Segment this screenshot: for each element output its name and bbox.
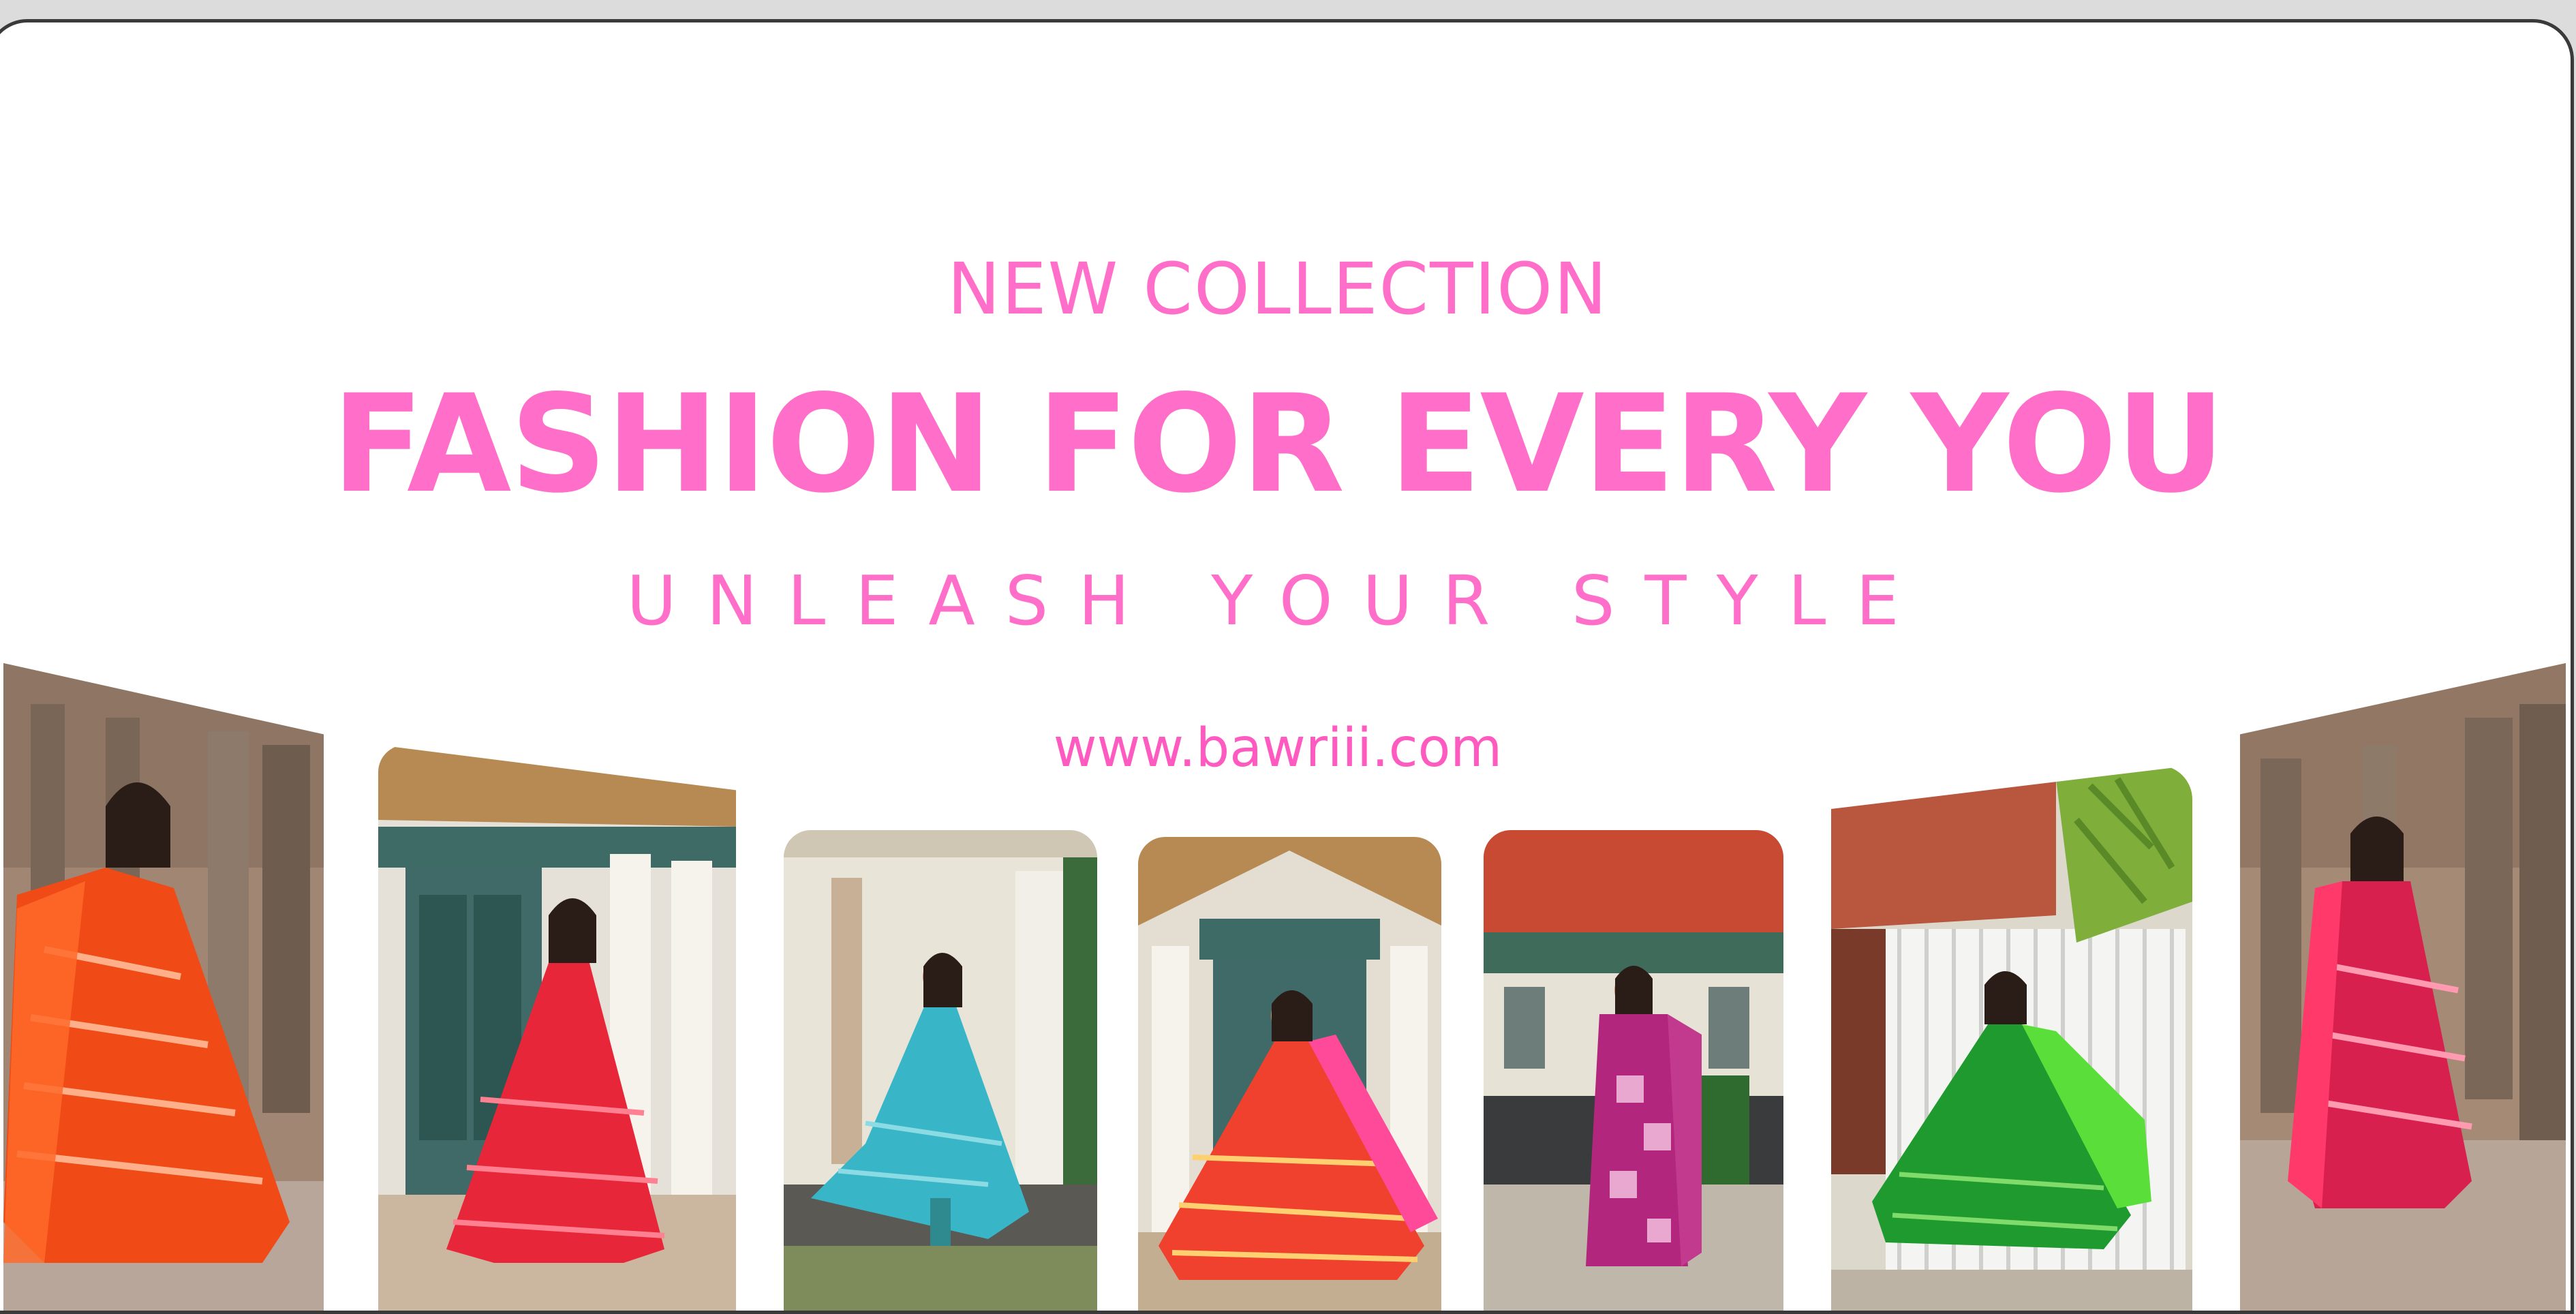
tagline-text: UNLEASH YOUR STYLE: [626, 561, 1929, 641]
pink-leheriya-anarkali-photo: [2240, 663, 2566, 1311]
magenta-printed-suit-photo: [1484, 830, 1783, 1311]
headline-block: NEW COLLECTION FASHION FOR EVERY YOU UNL…: [0, 22, 2566, 806]
turquoise-anarkali-photo: [784, 830, 1097, 1311]
headline-title: FASHION FOR EVERY YOU: [331, 365, 2226, 523]
red-orange-leheriya-anarkali-photo: [1138, 837, 1441, 1311]
orange-leheriya-anarkali-photo: [3, 663, 324, 1311]
green-anarkali-photo: [1831, 765, 2192, 1311]
eyebrow-text: NEW COLLECTION: [947, 247, 1608, 331]
banner-card: NEW COLLECTION FASHION FOR EVERY YOU UNL…: [0, 19, 2574, 1314]
red-anarkali-photo: [378, 745, 736, 1311]
